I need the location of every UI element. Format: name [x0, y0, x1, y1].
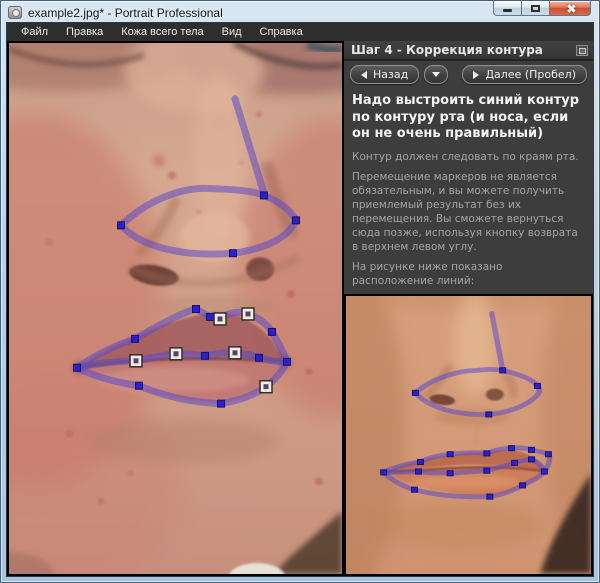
- minimize-icon: [503, 9, 512, 12]
- back-arrow-icon: [361, 71, 367, 79]
- app-icon: [8, 6, 22, 19]
- titlebar: example2.jpg* - Portrait Professional: [1, 1, 599, 22]
- window-controls: [493, 1, 591, 16]
- menu-view[interactable]: Вид: [213, 25, 251, 39]
- minimize-button[interactable]: [493, 1, 522, 16]
- next-arrow-icon: [473, 71, 479, 79]
- menu-bar: Файл Правка Кожа всего тела Вид Справка: [7, 23, 593, 41]
- portrait-photo-viewport: [7, 41, 344, 576]
- chevron-down-icon: [432, 72, 440, 77]
- menu-file[interactable]: Файл: [12, 25, 57, 39]
- contour-overlay[interactable]: [9, 43, 342, 574]
- instruction-heading: Надо выстроить синий контур по контуру р…: [344, 87, 593, 145]
- back-dropdown-button[interactable]: [424, 65, 448, 84]
- next-button[interactable]: Далее (Пробел): [462, 65, 587, 84]
- main-content: Шаг 4 - Коррекция контура Назад Далее (П…: [7, 41, 593, 576]
- example-contour-overlay: [346, 296, 591, 574]
- panel-title: Шаг 4 - Коррекция контура: [351, 43, 576, 57]
- back-button-label: Назад: [373, 68, 408, 81]
- close-icon: [565, 3, 576, 14]
- instruction-paragraph: На рисунке ниже показано расположение ли…: [344, 255, 593, 289]
- maximize-icon: [531, 5, 540, 12]
- app-body: Файл Правка Кожа всего тела Вид Справка: [6, 22, 594, 577]
- panel-header: Шаг 4 - Коррекция контура: [344, 41, 593, 61]
- app-window: example2.jpg* - Portrait Professional Фа…: [0, 0, 600, 583]
- maximize-button[interactable]: [522, 1, 549, 16]
- popout-panel-icon[interactable]: [576, 45, 588, 56]
- instruction-paragraph: Перемещение маркеров не является обязате…: [344, 165, 593, 255]
- next-button-label: Далее (Пробел): [485, 68, 576, 81]
- menu-edit[interactable]: Правка: [57, 25, 112, 39]
- menu-help[interactable]: Справка: [251, 25, 312, 39]
- back-button[interactable]: Назад: [350, 65, 419, 84]
- window-title: example2.jpg* - Portrait Professional: [28, 6, 223, 20]
- menu-whole-body-skin[interactable]: Кожа всего тела: [112, 25, 212, 39]
- close-button[interactable]: [549, 1, 591, 16]
- step-panel: Шаг 4 - Коррекция контура Назад Далее (П…: [344, 41, 593, 576]
- step-nav: Назад Далее (Пробел): [344, 61, 593, 87]
- instruction-paragraph: Контур должен следовать по краям рта.: [344, 145, 593, 165]
- example-photo-frame: [344, 294, 593, 576]
